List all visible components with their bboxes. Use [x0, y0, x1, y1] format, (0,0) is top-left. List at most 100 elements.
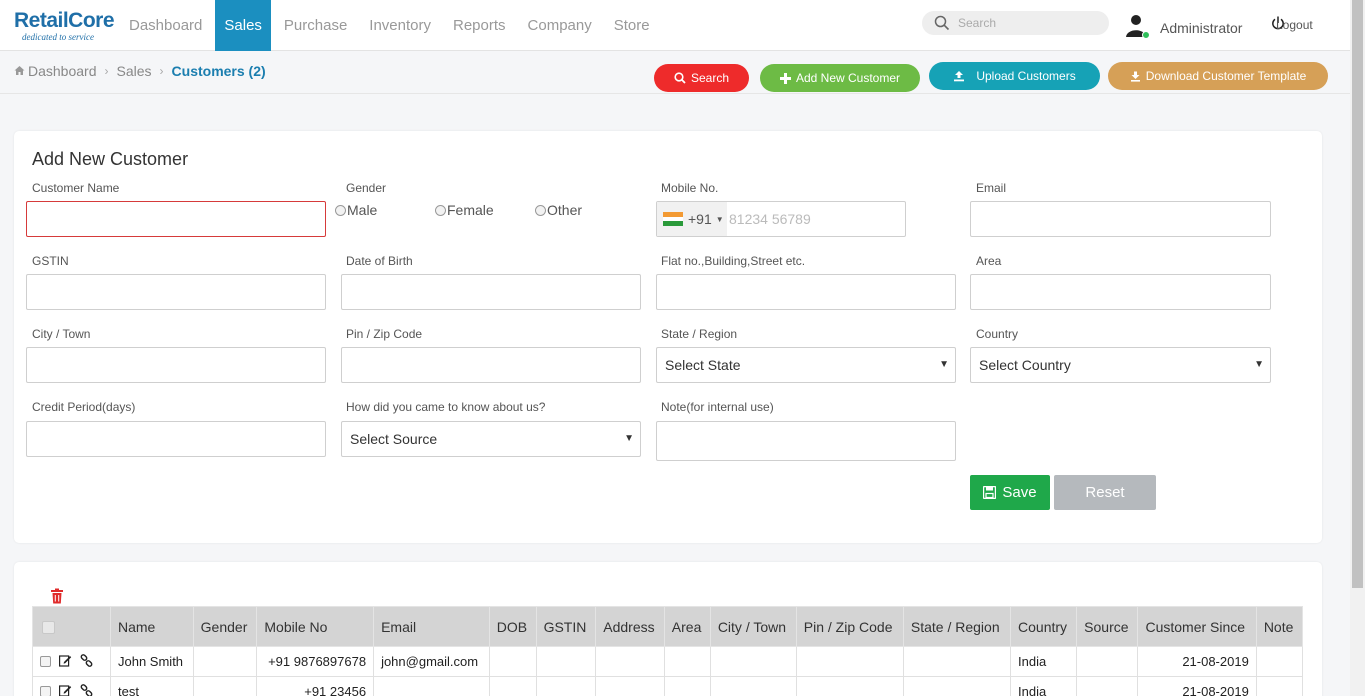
global-search-input[interactable] [958, 13, 1098, 33]
table-row: John Smith +91 9876897678 john@gmail.com… [32, 646, 1304, 677]
city-label: City / Town [32, 327, 91, 341]
col-dob[interactable]: DOB [488, 606, 537, 647]
breadcrumb-dashboard[interactable]: Dashboard [28, 63, 97, 79]
edit-icon[interactable] [59, 684, 72, 696]
col-name[interactable]: Name [110, 606, 194, 647]
country-code-dropdown[interactable]: +91 ▼ [657, 202, 727, 236]
email-input[interactable] [970, 201, 1271, 237]
col-pin[interactable]: Pin / Zip Code [795, 606, 904, 647]
delete-trash-icon[interactable] [50, 588, 64, 607]
cell-note [1255, 646, 1304, 677]
gender-female-label: Female [447, 202, 494, 218]
save-button[interactable]: Save [970, 475, 1050, 510]
nav-inventory[interactable]: Inventory [360, 0, 440, 51]
table-header-row: Name Gender Mobile No Email DOB GSTIN Ad… [32, 606, 1304, 647]
select-all-header [32, 606, 111, 647]
nav-dashboard[interactable]: Dashboard [120, 0, 211, 51]
address-input[interactable] [656, 274, 956, 310]
nav-company[interactable]: Company [519, 0, 601, 51]
gender-male-radio[interactable]: Male [335, 202, 377, 218]
india-flag-icon [663, 212, 683, 227]
customer-name-input[interactable] [26, 201, 326, 237]
page-scrollbar[interactable] [1350, 0, 1365, 696]
add-customer-label: Add New Customer [795, 71, 901, 85]
search-button[interactable]: Search [654, 64, 749, 92]
col-gstin[interactable]: GSTIN [535, 606, 597, 647]
upload-customers-button[interactable]: Upload Customers [929, 62, 1100, 90]
breadcrumb-separator-icon: › [104, 64, 109, 78]
brand-tagline: dedicated to service [22, 32, 94, 42]
col-gender[interactable]: Gender [192, 606, 258, 647]
email-label: Email [976, 181, 1007, 195]
select-all-checkbox[interactable] [42, 621, 55, 635]
row-checkbox[interactable] [40, 686, 51, 696]
col-state[interactable]: State / Region [902, 606, 1012, 647]
cell-gender [192, 646, 258, 677]
cell-mobile: +91 23456 [256, 676, 375, 696]
row-checkbox[interactable] [40, 656, 51, 667]
logout-label: Logout [1276, 18, 1313, 32]
reset-button[interactable]: Reset [1054, 475, 1156, 510]
logout-link[interactable]: Logout [1271, 16, 1313, 34]
country-selected: Select Country [979, 357, 1071, 373]
breadcrumb-sales[interactable]: Sales [117, 63, 152, 79]
plus-icon [779, 72, 791, 84]
col-address[interactable]: Address [595, 606, 665, 647]
cell-country: India [1010, 646, 1078, 677]
nav-sales[interactable]: Sales [215, 0, 271, 51]
col-area[interactable]: Area [663, 606, 711, 647]
user-menu[interactable]: Administrator [1124, 13, 1242, 42]
col-customer-since[interactable]: Customer Since [1137, 606, 1257, 647]
credit-period-input[interactable] [26, 421, 326, 457]
cell-state [902, 646, 1012, 677]
pin-input[interactable] [341, 347, 641, 383]
cell-area [663, 676, 711, 696]
note-label: Note(for internal use) [661, 400, 774, 414]
add-customer-button[interactable]: Add New Customer [760, 64, 920, 92]
scrollbar-thumb[interactable] [1352, 0, 1363, 588]
cell-email: john@gmail.com [373, 646, 490, 677]
source-select[interactable]: Select Source ▼ [341, 421, 641, 457]
gstin-input[interactable] [26, 274, 326, 310]
cell-source [1076, 676, 1139, 696]
download-template-button[interactable]: Download Customer Template [1108, 62, 1328, 90]
user-avatar-icon [1124, 13, 1150, 42]
home-icon [14, 63, 25, 79]
gender-female-radio[interactable]: Female [435, 202, 494, 218]
link-icon[interactable] [80, 653, 93, 670]
nav-purchase[interactable]: Purchase [275, 0, 356, 51]
dob-input[interactable] [341, 274, 641, 310]
cell-name: John Smith [110, 646, 194, 677]
country-label: Country [976, 327, 1019, 341]
col-city[interactable]: City / Town [709, 606, 797, 647]
cell-mobile: +91 9876897678 [256, 646, 375, 677]
area-input[interactable] [970, 274, 1271, 310]
cell-dob [488, 646, 537, 677]
col-country[interactable]: Country [1010, 606, 1078, 647]
note-textarea[interactable] [656, 421, 956, 461]
row-actions [32, 646, 111, 677]
mobile-input[interactable] [729, 203, 899, 235]
search-button-label: Search [690, 71, 730, 85]
country-code: +91 [688, 211, 712, 227]
floppy-icon [983, 486, 997, 499]
cell-source [1076, 646, 1139, 677]
breadcrumb-current: Customers (2) [171, 63, 266, 79]
gender-other-radio[interactable]: Other [535, 202, 582, 218]
link-icon[interactable] [80, 683, 93, 696]
edit-icon[interactable] [59, 654, 72, 670]
nav-store[interactable]: Store [605, 0, 659, 51]
state-select[interactable]: Select State ▼ [656, 347, 956, 383]
col-note[interactable]: Note [1255, 606, 1304, 647]
brand-logo[interactable]: RetailCore dedicated to service [14, 10, 115, 43]
nav-reports[interactable]: Reports [444, 0, 515, 51]
col-source[interactable]: Source [1076, 606, 1139, 647]
gender-label: Gender [346, 181, 387, 195]
state-selected: Select State [665, 357, 741, 373]
col-mobile[interactable]: Mobile No [256, 606, 375, 647]
col-email[interactable]: Email [373, 606, 490, 647]
city-input[interactable] [26, 347, 326, 383]
gender-male-label: Male [347, 202, 378, 218]
country-select[interactable]: Select Country ▼ [970, 347, 1271, 383]
cell-country: India [1010, 676, 1078, 696]
